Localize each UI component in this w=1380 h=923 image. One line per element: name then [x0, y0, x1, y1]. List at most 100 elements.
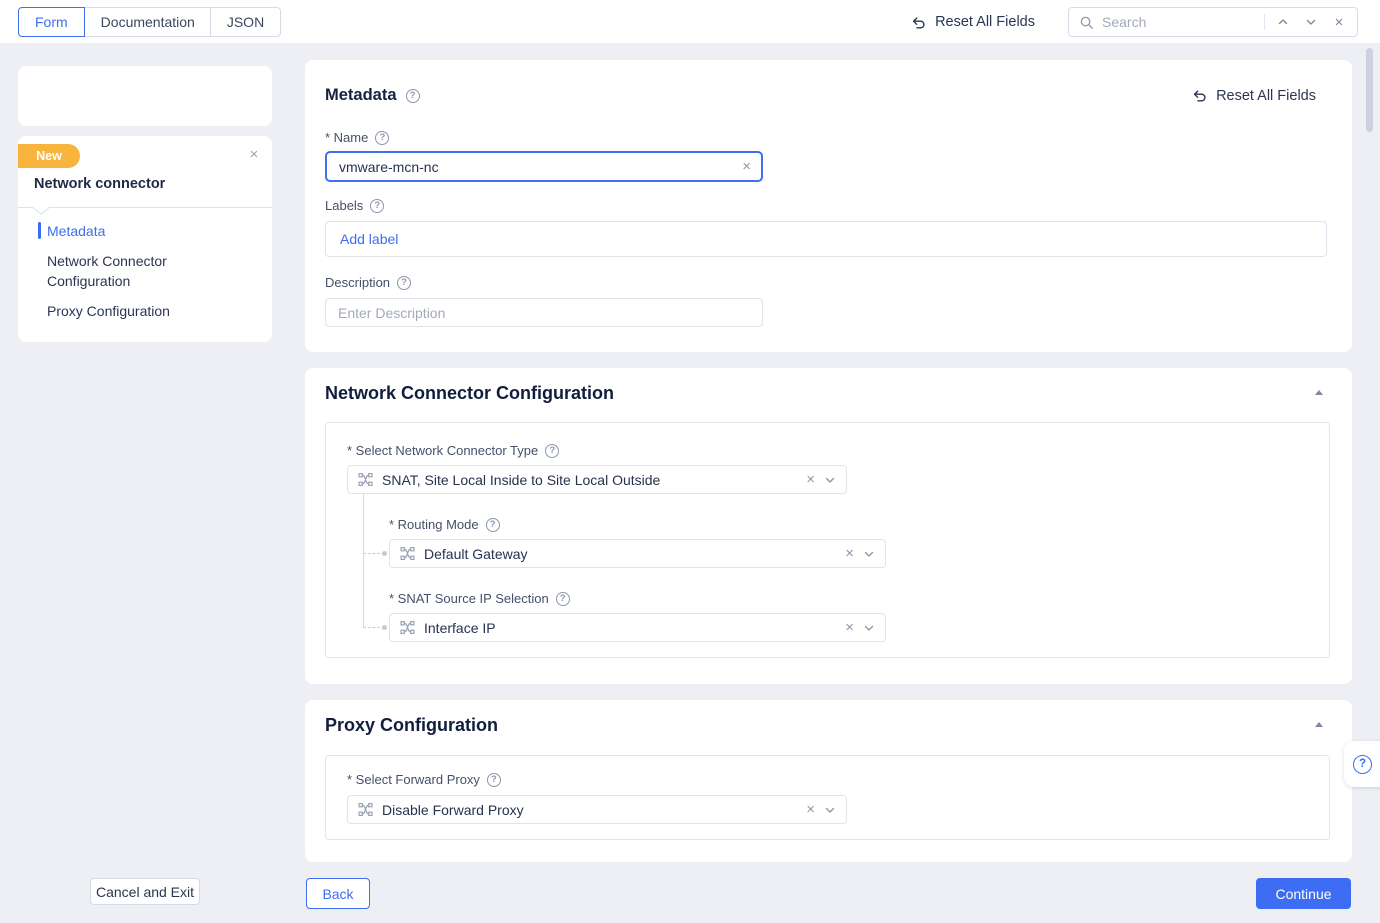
help-glyph: ? [560, 593, 566, 604]
tab-form[interactable]: Form [18, 7, 85, 37]
name-input[interactable] [339, 159, 742, 175]
type-label: * Select Network Connector Type [347, 443, 538, 458]
help-glyph: ? [410, 90, 416, 101]
sidebar-item-ncc-label: Network Connector Configuration [47, 253, 167, 289]
routing-label-row: * Routing Mode ? [389, 517, 500, 532]
close-icon: × [742, 158, 751, 175]
chevron-down-icon[interactable] [824, 804, 836, 816]
forward-proxy-clear-button[interactable]: × [806, 802, 815, 817]
topology-icon [358, 472, 373, 487]
description-label-row: Description ? [325, 275, 411, 290]
help-glyph: ? [490, 519, 496, 530]
help-icon[interactable]: ? [406, 89, 420, 103]
tab-documentation-label: Documentation [101, 14, 195, 30]
help-icon[interactable]: ? [370, 199, 384, 213]
network-connector-panel: New × Network connector Metadata Network… [18, 136, 272, 342]
fleet-parent-card: New Fleet [18, 66, 272, 126]
routing-mode-clear-button[interactable]: × [845, 546, 854, 561]
scrollbar-thumb[interactable] [1366, 48, 1373, 132]
name-clear-button[interactable]: × [742, 159, 751, 174]
forward-proxy-label-row: * Select Forward Proxy ? [347, 772, 501, 787]
snat-source-ip-value: Interface IP [424, 620, 836, 636]
help-glyph: ? [549, 445, 555, 456]
chevron-up-icon [1277, 16, 1289, 28]
connector-type-value: SNAT, Site Local Inside to Site Local Ou… [382, 472, 797, 488]
metadata-title: Metadata [325, 86, 397, 105]
description-input[interactable] [325, 298, 763, 327]
routing-mode-select[interactable]: Default Gateway × [389, 539, 886, 568]
panel-divider [18, 207, 272, 208]
search-icon [1079, 15, 1094, 30]
new-badge: New [18, 144, 80, 168]
proxy-config-fieldset: * Select Forward Proxy ? Disable Forward… [325, 755, 1330, 840]
help-icon[interactable]: ? [487, 773, 501, 787]
help-icon[interactable]: ? [375, 131, 389, 145]
search-divider [1264, 14, 1265, 30]
close-icon: × [250, 146, 259, 163]
close-icon: × [806, 471, 815, 488]
sidebar-item-network-connector-configuration[interactable]: Network Connector Configuration [47, 251, 237, 291]
connector-type-select[interactable]: SNAT, Site Local Inside to Site Local Ou… [347, 465, 847, 494]
help-icon[interactable]: ? [556, 592, 570, 606]
chevron-down-icon [1305, 16, 1317, 28]
metadata-reset-label: Reset All Fields [1216, 88, 1316, 104]
description-label: Description [325, 275, 390, 290]
search-next-button[interactable] [1301, 12, 1321, 32]
top-bar: Form Documentation JSON Reset All Fields… [0, 0, 1380, 44]
connector-type-clear-button[interactable]: × [806, 472, 815, 487]
forward-proxy-label: * Select Forward Proxy [347, 772, 480, 787]
labels-box: Add label [325, 221, 1327, 257]
sidebar-item-metadata[interactable]: Metadata [47, 221, 105, 241]
sidebar-item-metadata-label: Metadata [47, 223, 105, 239]
search-prev-button[interactable] [1273, 12, 1293, 32]
reset-all-fields-label: Reset All Fields [935, 14, 1035, 30]
tab-documentation[interactable]: Documentation [84, 7, 211, 37]
help-glyph: ? [374, 200, 380, 211]
tab-form-label: Form [35, 14, 68, 30]
search-input[interactable] [1102, 14, 1256, 30]
help-icon[interactable]: ? [545, 444, 559, 458]
help-icon[interactable]: ? [486, 518, 500, 532]
tree-line-vertical [363, 494, 364, 627]
help-button[interactable]: ? [1344, 741, 1380, 787]
close-icon: × [845, 619, 854, 636]
snat-source-ip-clear-button[interactable]: × [845, 620, 854, 635]
sidebar-item-proxy-configuration[interactable]: Proxy Configuration [47, 301, 170, 321]
chevron-down-icon[interactable] [824, 474, 836, 486]
type-label-row: * Select Network Connector Type ? [347, 443, 559, 458]
tree-dot [382, 551, 387, 556]
help-glyph: ? [1359, 758, 1366, 770]
tab-json[interactable]: JSON [210, 7, 281, 37]
metadata-reset-fields-button[interactable]: Reset All Fields [1191, 87, 1316, 104]
notch-icon [32, 207, 50, 215]
active-indicator [38, 222, 41, 239]
labels-label: Labels [325, 198, 363, 213]
name-label: * Name [325, 130, 368, 145]
continue-button[interactable]: Continue [1256, 878, 1351, 909]
cancel-and-exit-button[interactable]: Cancel and Exit [90, 878, 200, 905]
close-icon: × [1335, 14, 1344, 31]
search-close-button[interactable]: × [1329, 12, 1349, 32]
add-label-button[interactable]: Add label [340, 231, 398, 247]
reset-all-fields-button[interactable]: Reset All Fields [910, 0, 1035, 44]
panel-title: Network connector [34, 176, 165, 192]
chevron-down-icon[interactable] [863, 622, 875, 634]
back-button[interactable]: Back [306, 878, 370, 909]
collapse-section-button[interactable] [1315, 722, 1323, 727]
undo-icon [910, 14, 927, 31]
labels-label-row: Labels ? [325, 198, 384, 213]
collapse-section-button[interactable] [1315, 390, 1323, 395]
forward-proxy-select[interactable]: Disable Forward Proxy × [347, 795, 847, 824]
proxy-config-title: Proxy Configuration [325, 715, 498, 736]
metadata-section: Metadata ? Reset All Fields * Name ? × L… [305, 60, 1352, 352]
topology-icon [358, 802, 373, 817]
routing-label: * Routing Mode [389, 517, 479, 532]
proxy-config-section: Proxy Configuration * Select Forward Pro… [305, 700, 1352, 862]
help-icon[interactable]: ? [397, 276, 411, 290]
snat-source-ip-select[interactable]: Interface IP × [389, 613, 886, 642]
chevron-down-icon[interactable] [863, 548, 875, 560]
name-field: × [325, 151, 763, 182]
panel-close-button[interactable]: × [244, 144, 264, 164]
view-tab-group: Form Documentation JSON [18, 7, 281, 37]
sidebar-item-proxy-label: Proxy Configuration [47, 303, 170, 319]
